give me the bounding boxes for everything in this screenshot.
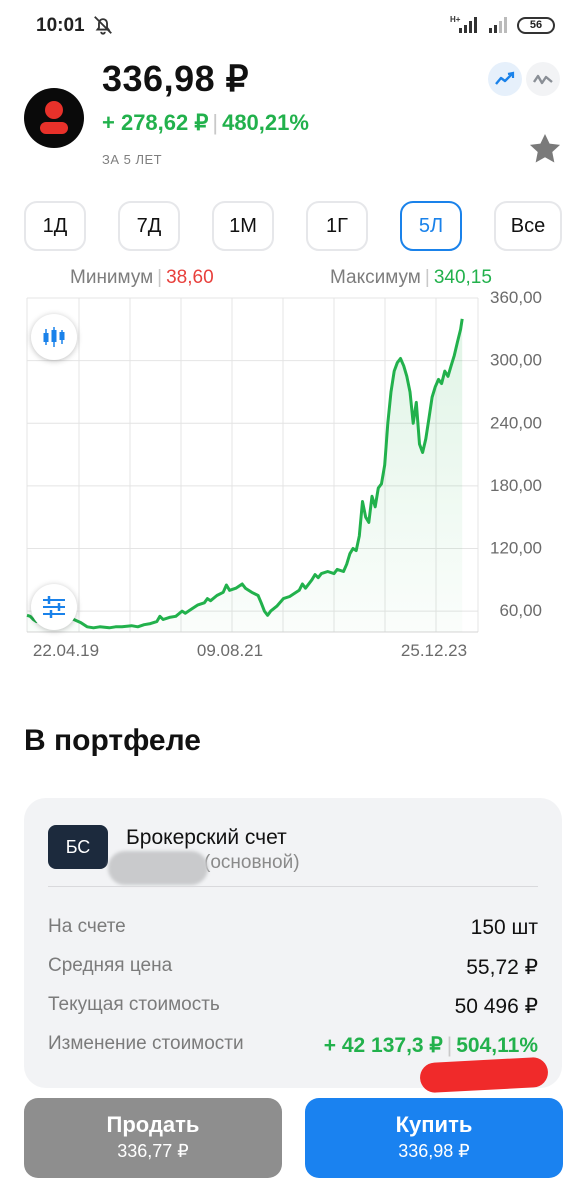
holdings-label: На счете (48, 916, 126, 937)
status-time: 10:01 (36, 15, 85, 36)
bell-off-icon (94, 16, 112, 35)
y-tick-label: 300,00 (490, 351, 542, 370)
chart-mode-line-button[interactable] (488, 62, 522, 96)
sell-button-label: Продать (106, 1112, 200, 1137)
x-tick-label: 25.12.23 (401, 641, 467, 660)
price-chart[interactable]: 60,00 120,00 180,00 240,00 300,00 360,00 22.0… (0, 288, 586, 668)
current-value-value: 50 496 ₽ (454, 995, 538, 1018)
current-value-label: Текущая стоимость (48, 994, 220, 1015)
signal-icon (459, 17, 477, 33)
value-change-separator: | (446, 1034, 453, 1057)
candlestick-icon (43, 327, 65, 347)
trend-line-icon (495, 71, 515, 85)
redaction-blur (108, 851, 208, 885)
y-tick-label: 60,00 (499, 601, 542, 620)
tab-7d[interactable]: 7Д (118, 201, 180, 251)
tab-1y[interactable]: 1Г (306, 201, 368, 251)
account-name: Брокерский счет (126, 826, 287, 849)
price-change-absolute: + 278,62 ₽ (102, 110, 209, 135)
buy-button-label: Купить (395, 1112, 473, 1137)
tab-1m[interactable]: 1М (212, 201, 274, 251)
y-axis-labels: 60,00 120,00 180,00 240,00 300,00 360,00 (490, 288, 542, 620)
price-change-percent: 480,21% (222, 110, 309, 135)
candlestick-toggle-button[interactable] (31, 314, 77, 360)
range-max-value: 340,15 (433, 267, 492, 288)
avg-price-value: 55,72 ₽ (466, 956, 538, 979)
chart-settings-button[interactable] (31, 584, 77, 630)
battery-icon: 56 (517, 17, 555, 34)
status-bar: 10:01 H+ 56 (0, 0, 586, 52)
range-min-value: 38,60 (166, 267, 214, 288)
avg-price-label: Средняя цена (48, 955, 173, 976)
x-tick-label: 22.04.19 (33, 641, 99, 660)
y-tick-label: 180,00 (490, 476, 542, 495)
sliders-icon (43, 596, 65, 618)
value-change-label: Изменение стоимости (48, 1033, 244, 1054)
wave-line-icon (533, 74, 553, 85)
change-separator: | (212, 110, 219, 135)
account-type: (основной) (204, 852, 300, 873)
value-change-absolute: + 42 137,3 ₽ (323, 1034, 443, 1057)
card-divider (48, 886, 538, 887)
tab-all[interactable]: Все (494, 201, 562, 251)
account-badge: БС (48, 825, 108, 869)
company-logo (24, 88, 84, 148)
sell-button-price: 336,77 ₽ (117, 1141, 189, 1161)
y-tick-label: 240,00 (490, 413, 542, 432)
x-axis-labels: 22.04.19 09.08.21 25.12.23 (33, 641, 467, 660)
value-change-percent: 504,11% (456, 1034, 538, 1057)
favorite-star-icon[interactable] (526, 130, 564, 168)
range-min: Минимум | 38,60 (70, 267, 214, 289)
holdings-value: 150 шт (470, 916, 538, 939)
range-min-separator: | (157, 267, 163, 288)
sell-button[interactable]: Продать 336,77 ₽ (24, 1098, 282, 1178)
y-tick-label: 360,00 (490, 288, 542, 307)
period-label: ЗА 5 ЛЕТ (102, 152, 163, 167)
range-min-label: Минимум (70, 267, 154, 288)
current-price: 336,98 ₽ (102, 58, 250, 99)
range-max-separator: | (424, 267, 430, 288)
range-max-label: Максимум (330, 267, 421, 288)
chart-mode-alt-button[interactable] (526, 62, 560, 96)
buy-button[interactable]: Купить 336,98 ₽ (305, 1098, 563, 1178)
tab-5y[interactable]: 5Л (400, 201, 462, 251)
y-tick-label: 120,00 (490, 539, 542, 558)
price-change: + 278,62 ₽ | 480,21% (102, 110, 309, 136)
tab-1d[interactable]: 1Д (24, 201, 86, 251)
value-change-value: + 42 137,3 ₽ | 504,11% (324, 1033, 538, 1058)
signal-icon-secondary (489, 17, 507, 33)
portfolio-title: В портфеле (24, 724, 201, 757)
portfolio-card[interactable]: БС Брокерский счет (основной) На счете 1… (24, 798, 562, 1088)
buy-button-price: 336,98 ₽ (398, 1141, 470, 1161)
range-max: Максимум | 340,15 (330, 267, 492, 289)
x-tick-label: 09.08.21 (197, 641, 263, 660)
